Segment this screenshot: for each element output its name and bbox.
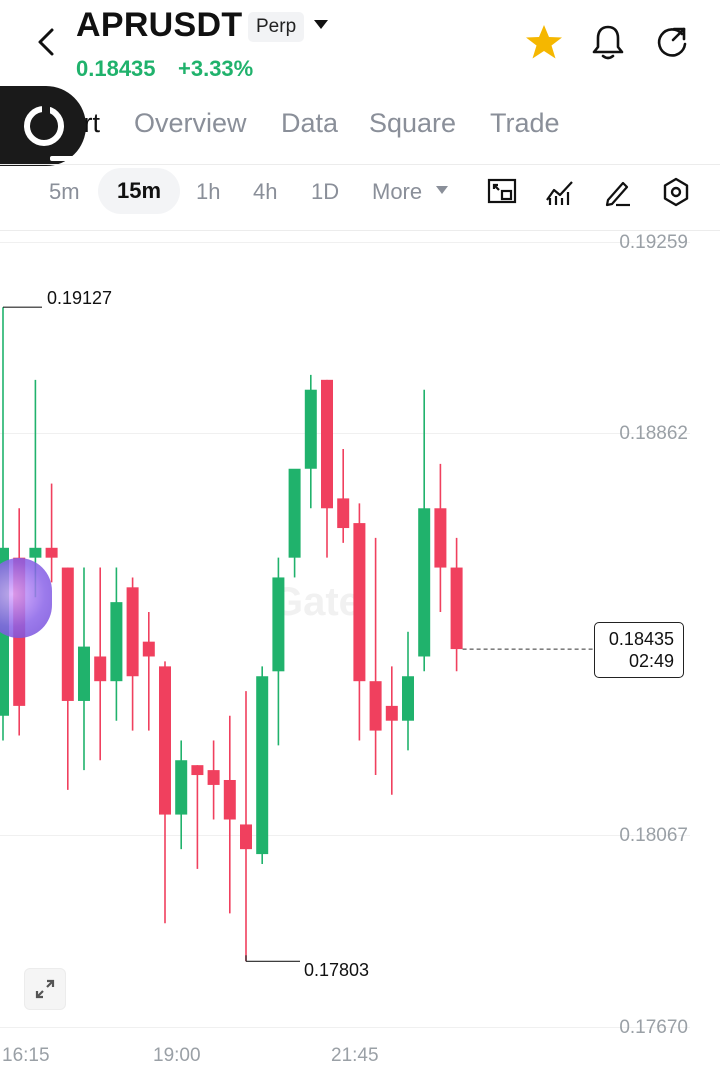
candle-body	[207, 770, 220, 785]
candle-body	[126, 587, 139, 677]
candle-body	[240, 824, 252, 850]
candlestick-chart[interactable]	[0, 0, 720, 1073]
candle-body	[94, 656, 107, 682]
candle-body	[321, 379, 333, 509]
x-axis-label: 19:00	[153, 1045, 201, 1066]
candle-body	[434, 508, 447, 568]
candle-body	[353, 523, 366, 682]
candle-body	[402, 676, 414, 721]
candle-body	[61, 567, 74, 701]
candle-body	[29, 547, 42, 558]
x-axis-label: 21:45	[331, 1045, 379, 1066]
expand-icon	[35, 979, 55, 999]
candle-body	[175, 760, 188, 815]
candle-body	[450, 567, 463, 650]
candle-body	[385, 705, 398, 721]
candle-body	[45, 547, 58, 558]
candle-body	[223, 779, 236, 820]
candle-body	[256, 676, 269, 855]
current-price-tag: 0.18435 02:49	[594, 622, 684, 678]
low-price-annotation: 0.17803	[304, 960, 370, 980]
candle-body	[110, 602, 123, 682]
current-price-value: 0.18435	[608, 629, 674, 649]
candle-body	[337, 498, 350, 529]
candle-body	[369, 681, 382, 731]
x-axis-label: 16:15	[2, 1045, 50, 1066]
candle-body	[304, 389, 317, 469]
candle-body	[288, 468, 301, 558]
high-price-annotation: 0.19127	[47, 288, 113, 308]
candle-body	[418, 508, 431, 657]
candle-body	[142, 641, 155, 657]
floating-assistant-orb[interactable]	[0, 558, 52, 638]
fullscreen-button[interactable]	[24, 968, 66, 1010]
candle-body	[272, 577, 285, 672]
candle-body	[78, 646, 90, 701]
candle-body	[159, 666, 171, 815]
candle-body	[191, 765, 204, 776]
candle-countdown: 02:49	[628, 651, 674, 671]
